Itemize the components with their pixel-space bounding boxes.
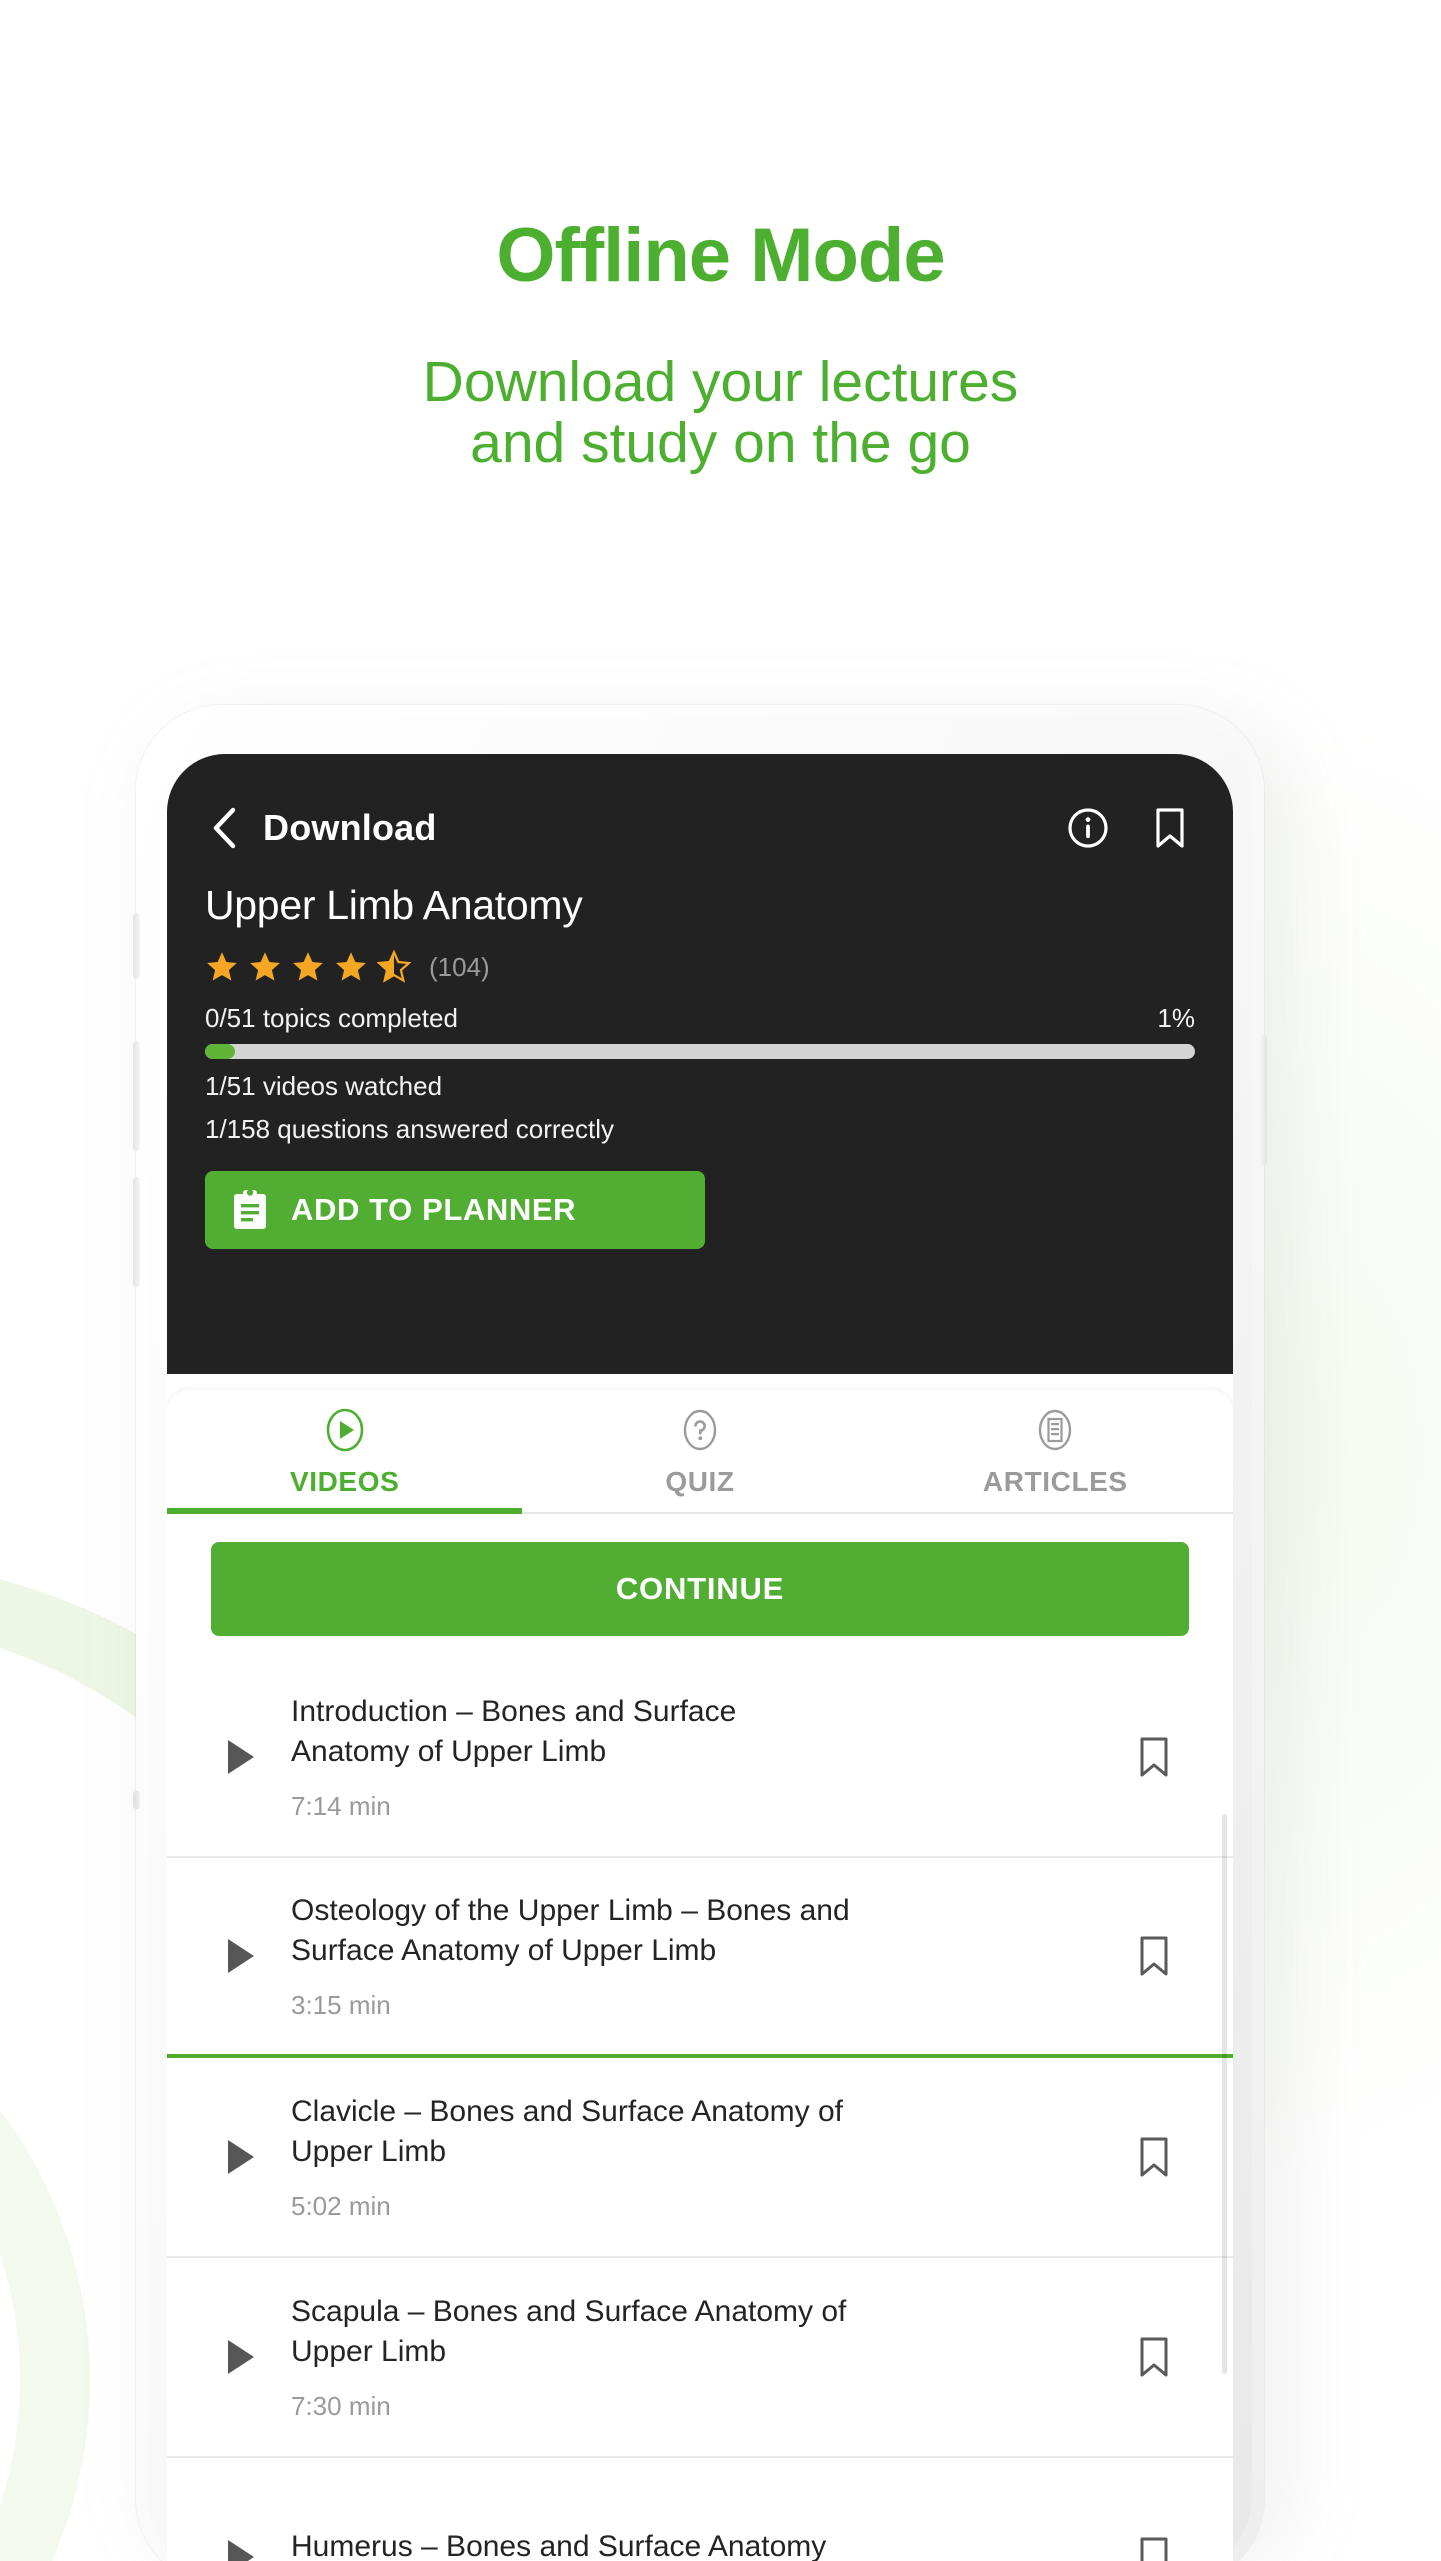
play-triangle-icon xyxy=(228,2540,254,2561)
video-info: Clavicle – Bones and Surface Anatomy of … xyxy=(291,2092,1115,2223)
table-row[interactable]: Clavicle – Bones and Surface Anatomy of … xyxy=(167,2058,1233,2258)
progress-percent-label: 1% xyxy=(1157,1003,1195,1033)
videos-list: CONTINUE Introduction – Bones and Surfac… xyxy=(167,1514,1233,2561)
info-button[interactable] xyxy=(1065,805,1111,851)
rating-count: (104) xyxy=(429,951,490,982)
progress-bar xyxy=(205,1044,1195,1059)
row-bookmark-button[interactable] xyxy=(1115,1934,1193,1978)
video-title: Clavicle – Bones and Surface Anatomy of … xyxy=(291,2094,843,2168)
star-filled-icon xyxy=(250,952,280,981)
video-duration: 7:30 min xyxy=(291,2391,391,2422)
content-tabs: VIDEOS QUIZ ARTICLES xyxy=(167,1390,1233,1514)
progress-header: 0/51 topics completed 1% xyxy=(205,1003,1195,1034)
app-navbar: Download xyxy=(167,754,1233,858)
add-to-planner-button[interactable]: ADD TO PLANNER xyxy=(205,1171,705,1249)
video-duration: 7:14 min xyxy=(291,1791,391,1822)
table-row[interactable]: Humerus – Bones and Surface Anatomy xyxy=(167,2458,1233,2561)
chevron-left-icon xyxy=(213,807,236,849)
phone-button-silent xyxy=(133,913,140,979)
tab-articles[interactable]: ARTICLES xyxy=(878,1390,1233,1514)
continue-button-wrap: CONTINUE xyxy=(167,1514,1233,1658)
tab-articles-icon-wrap xyxy=(1032,1406,1078,1454)
question-circle-icon xyxy=(683,1409,717,1451)
bookmark-outline-icon xyxy=(1140,1737,1168,1777)
video-info: Osteology of the Upper Limb – Bones and … xyxy=(291,1891,1115,2022)
promo-subheadline: Download your lectures and study on the … xyxy=(0,352,1441,474)
course-hero: Download Upper Limb Anatomy (104) 0/51 t… xyxy=(167,754,1233,1374)
play-button[interactable] xyxy=(191,1740,291,1774)
document-circle-icon xyxy=(1039,1409,1072,1451)
promo-subheadline-line-2: and study on the go xyxy=(470,410,971,475)
play-triangle-icon xyxy=(228,2140,254,2174)
row-bookmark-button[interactable] xyxy=(1115,2535,1193,2561)
row-bookmark-button[interactable] xyxy=(1115,2335,1193,2379)
tab-videos-icon-wrap xyxy=(322,1406,368,1454)
phone-sim-tray xyxy=(133,1791,140,1809)
back-button[interactable] xyxy=(201,805,247,851)
info-circle-icon xyxy=(1068,808,1108,848)
promo-headline: Offline Mode xyxy=(496,213,945,298)
clipboard-icon xyxy=(234,1189,266,1229)
navbar-title: Download xyxy=(263,807,437,848)
topics-completed-label: 0/51 topics completed xyxy=(205,1003,458,1033)
phone-button-volume-up xyxy=(133,1041,140,1151)
video-title: Humerus – Bones and Surface Anatomy xyxy=(291,2530,827,2561)
tab-quiz[interactable]: QUIZ xyxy=(522,1390,877,1514)
course-summary: Upper Limb Anatomy (104) 0/51 topics com… xyxy=(167,858,1233,1249)
tab-quiz-label: QUIZ xyxy=(665,1466,735,1497)
play-button[interactable] xyxy=(191,2540,291,2561)
tab-videos[interactable]: VIDEOS xyxy=(167,1390,523,1514)
video-info: Introduction – Bones and Surface Anatomy… xyxy=(291,1692,1115,1823)
course-rating: (104) xyxy=(205,947,1195,987)
star-half-icon xyxy=(377,950,411,983)
table-row[interactable]: Introduction – Bones and Surface Anatomy… xyxy=(167,1658,1233,1858)
row-bookmark-button[interactable] xyxy=(1115,2135,1193,2179)
video-duration: 3:15 min xyxy=(291,1990,391,2021)
play-button[interactable] xyxy=(191,1939,291,1973)
bookmark-outline-icon xyxy=(1140,2537,1168,2561)
star-filled-icon xyxy=(336,952,366,981)
play-triangle-icon xyxy=(228,1740,254,1774)
tab-articles-label: ARTICLES xyxy=(982,1466,1128,1497)
bookmark-outline-icon xyxy=(1140,2137,1168,2177)
video-info: Humerus – Bones and Surface Anatomy xyxy=(291,2527,1115,2561)
list-scrollbar[interactable] xyxy=(1222,1814,1227,2374)
questions-answered-label: 1/158 questions answered correctly xyxy=(205,1114,615,1144)
play-triangle-icon xyxy=(228,1939,254,1973)
bookmark-outline-icon xyxy=(1140,2337,1168,2377)
star-rating xyxy=(205,950,411,984)
phone-screen: Download Upper Limb Anatomy (104) 0/51 t… xyxy=(167,754,1233,2561)
phone-device: Download Upper Limb Anatomy (104) 0/51 t… xyxy=(133,705,1267,2561)
promo-text-block: Offline Mode Download your lectures and … xyxy=(0,0,1441,474)
table-row[interactable]: Scapula – Bones and Surface Anatomy of U… xyxy=(167,2258,1233,2458)
phone-button-volume-down xyxy=(133,1177,140,1287)
play-triangle-icon xyxy=(228,2340,254,2374)
continue-button[interactable]: CONTINUE xyxy=(211,1542,1189,1636)
videos-watched-label: 1/51 videos watched xyxy=(205,1071,443,1101)
add-to-planner-label: ADD TO PLANNER xyxy=(291,1192,577,1227)
video-duration: 5:02 min xyxy=(291,2191,391,2222)
play-button[interactable] xyxy=(191,2140,291,2174)
table-row[interactable]: Osteology of the Upper Limb – Bones and … xyxy=(167,1858,1233,2058)
progress-bar-fill xyxy=(205,1044,235,1059)
star-filled-icon xyxy=(207,952,237,981)
bookmark-button[interactable] xyxy=(1147,805,1193,851)
bookmark-outline-icon xyxy=(1140,1936,1168,1976)
promo-subheadline-line-1: Download your lectures xyxy=(422,350,1019,414)
video-title: Introduction – Bones and Surface Anatomy… xyxy=(291,1694,737,1768)
play-circle-icon xyxy=(326,1408,363,1452)
video-info: Scapula – Bones and Surface Anatomy of U… xyxy=(291,2292,1115,2423)
phone-button-power xyxy=(1260,1035,1267,1165)
bookmark-outline-icon xyxy=(1156,808,1184,848)
star-filled-icon xyxy=(293,952,323,981)
row-bookmark-button[interactable] xyxy=(1115,1735,1193,1779)
tab-videos-label: VIDEOS xyxy=(289,1466,400,1497)
play-button[interactable] xyxy=(191,2340,291,2374)
video-title: Osteology of the Upper Limb – Bones and … xyxy=(291,1893,850,1967)
video-title: Scapula – Bones and Surface Anatomy of U… xyxy=(291,2294,847,2368)
tab-quiz-icon-wrap xyxy=(677,1406,723,1454)
course-title: Upper Limb Anatomy xyxy=(205,882,583,928)
